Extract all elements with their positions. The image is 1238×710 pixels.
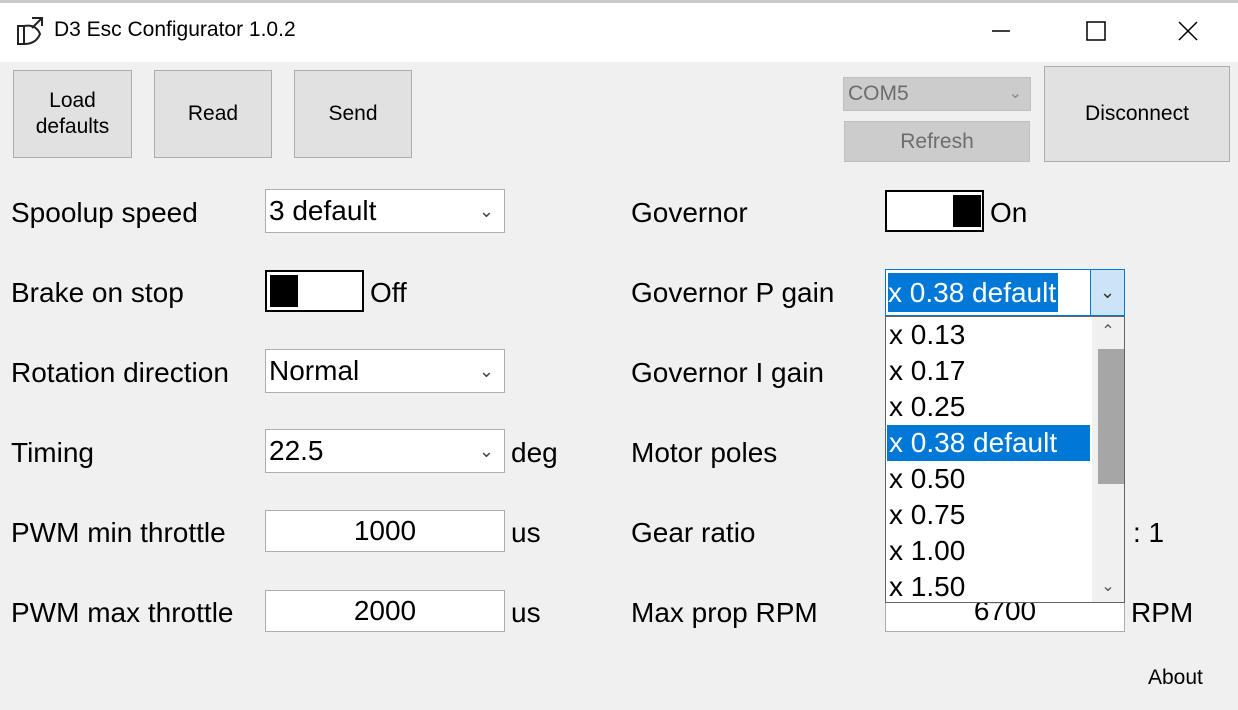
timing-select[interactable]: 22.5 ⌄: [265, 429, 505, 473]
dropdown-scrollbar[interactable]: ⌃ ⌄: [1092, 317, 1124, 602]
pwm-max-throttle-label: PWM max throttle: [11, 597, 234, 628]
dropdown-option[interactable]: x 0.75: [887, 497, 1090, 533]
about-link[interactable]: About: [1148, 666, 1203, 690]
spoolup-speed-value: 3 default: [269, 195, 377, 226]
pwm-min-throttle-unit: us: [511, 517, 541, 548]
close-button[interactable]: [1168, 14, 1208, 48]
refresh-button[interactable]: Refresh: [844, 121, 1030, 162]
spoolup-speed-select[interactable]: 3 default ⌄: [265, 189, 505, 233]
governor-p-gain-label: Governor P gain: [631, 277, 835, 308]
spoolup-speed-label: Spoolup speed: [11, 197, 198, 228]
disconnect-button[interactable]: Disconnect: [1044, 66, 1230, 162]
toggle-knob: [270, 275, 298, 307]
dropdown-option[interactable]: x 1.50: [887, 569, 1090, 602]
dropdown-option[interactable]: x 1.00: [887, 533, 1090, 569]
chevron-down-icon: ⌄: [478, 201, 494, 221]
dropdown-option[interactable]: x 0.25: [887, 389, 1090, 425]
rotation-direction-value: Normal: [269, 355, 360, 386]
timing-label: Timing: [11, 437, 94, 468]
pwm-min-throttle-input[interactable]: 1000: [265, 510, 505, 552]
motor-poles-label: Motor poles: [631, 437, 778, 468]
toggle-knob: [953, 195, 981, 227]
governor-state: On: [990, 197, 1028, 228]
governor-i-gain-label: Governor I gain: [631, 357, 824, 388]
brake-on-stop-label: Brake on stop: [11, 277, 184, 308]
dropdown-option[interactable]: x 0.38 default: [887, 425, 1090, 461]
gear-ratio-suffix: : 1: [1133, 517, 1165, 548]
pwm-min-throttle-label: PWM min throttle: [11, 517, 226, 548]
governor-label: Governor: [631, 197, 748, 228]
send-button[interactable]: Send: [294, 70, 412, 158]
maximize-button[interactable]: [1076, 14, 1116, 48]
scroll-up-arrow-icon[interactable]: ⌃: [1092, 317, 1124, 347]
chevron-down-icon: ⌄: [478, 441, 494, 461]
chevron-down-icon: ⌄: [478, 361, 494, 381]
read-button[interactable]: Read: [154, 70, 272, 158]
chevron-down-icon[interactable]: ⌄: [1090, 270, 1124, 315]
max-prop-rpm-label: Max prop RPM: [631, 597, 818, 628]
rotation-direction-select[interactable]: Normal ⌄: [265, 349, 505, 393]
timing-unit: deg: [511, 437, 558, 468]
close-icon: [1178, 21, 1198, 41]
window-title: D3 Esc Configurator 1.0.2: [54, 18, 296, 41]
port-select[interactable]: COM5 ⌄: [843, 77, 1031, 111]
governor-p-gain-dropdown-list[interactable]: x 0.13 x 0.17 x 0.25 x 0.38 default x 0.50 x …: [885, 316, 1125, 603]
governor-toggle[interactable]: [885, 190, 984, 232]
maximize-icon: [1086, 21, 1106, 41]
governor-p-gain-value: x 0.38 default: [888, 273, 1059, 312]
app-icon: [14, 14, 48, 48]
timing-value: 22.5: [269, 435, 324, 466]
minimize-icon: [992, 30, 1010, 32]
brake-on-stop-toggle[interactable]: [265, 270, 364, 312]
rotation-direction-label: Rotation direction: [11, 357, 229, 388]
pwm-max-throttle-input[interactable]: 2000: [265, 590, 505, 632]
dropdown-option[interactable]: x 0.17: [887, 353, 1090, 389]
brake-on-stop-state: Off: [370, 277, 407, 308]
load-defaults-button[interactable]: Load defaults: [13, 70, 132, 158]
pwm-max-throttle-unit: us: [511, 597, 541, 628]
title-bar-top-strip: [0, 0, 1238, 3]
scroll-down-arrow-icon[interactable]: ⌄: [1092, 572, 1124, 602]
max-prop-rpm-unit: RPM: [1131, 597, 1194, 628]
chevron-down-icon: ⌄: [1008, 85, 1022, 102]
scroll-thumb[interactable]: [1098, 349, 1124, 484]
port-select-value: COM5: [848, 82, 909, 105]
dropdown-option[interactable]: x 0.50: [887, 461, 1090, 497]
governor-p-gain-select[interactable]: x 0.38 default ⌄: [885, 269, 1125, 316]
dropdown-option[interactable]: x 0.13: [887, 317, 1090, 353]
gear-ratio-label: Gear ratio: [631, 517, 756, 548]
minimize-button[interactable]: [980, 14, 1020, 48]
